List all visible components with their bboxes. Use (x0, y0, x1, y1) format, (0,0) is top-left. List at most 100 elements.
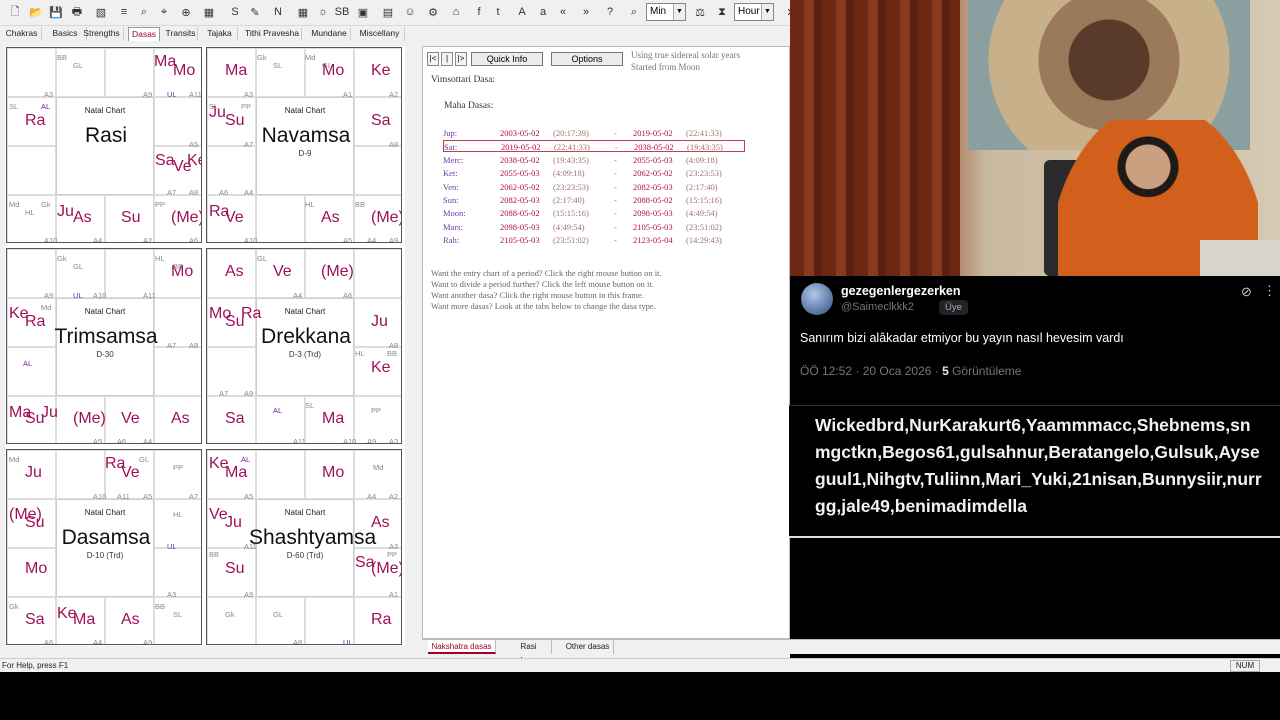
sun-icon[interactable]: ☼ (313, 3, 333, 21)
new-icon[interactable]: 🗋 (5, 3, 25, 21)
bottom-tab-nakshatra-dasas[interactable]: Nakshatra dasas (428, 640, 496, 654)
box-icon[interactable]: ▣ (353, 3, 373, 21)
special-point-label: GL (273, 610, 284, 619)
hourglass-icon[interactable]: ⧗ (712, 3, 732, 21)
open-icon[interactable]: 📂 (26, 3, 46, 21)
dasa-row[interactable]: Ket: 2055-05-03 (4:09:18) - 2062-05-02 (23:23… (443, 167, 745, 179)
dasa-row[interactable]: Rah: 2105-05-03 (23:51:02) - 2123-05-04 (14:2… (443, 234, 745, 246)
tab-tithi-pravesha[interactable]: Tithi Pravesha (243, 27, 302, 41)
tab-strengths[interactable]: Strengths (80, 27, 124, 41)
people-icon[interactable]: ☺ (400, 3, 420, 21)
house-icon[interactable]: ⌂ (446, 3, 466, 21)
house-cell[interactable] (354, 146, 401, 195)
planet-label: Su (225, 560, 245, 577)
tweet-time: ÖÖ 12:52 · 20 Oca 2026 · (800, 364, 943, 378)
special-point-label: BB (355, 200, 366, 209)
zoom-icon[interactable]: ⌕ (624, 3, 644, 21)
pencil-icon[interactable]: ✎ (245, 3, 265, 21)
font-large-icon[interactable]: A (512, 3, 532, 21)
chart-dasamsa[interactable]: Natal Chart Dasamsa D-10 (Trd) Ju Ra Ve (Me) Su… (6, 449, 202, 645)
special-point-label: A7 (244, 140, 254, 149)
dasa-panel: |< | |> Quick Info Options Using true si… (422, 46, 790, 639)
start-time: (15:15:16) (553, 208, 589, 219)
grid-icon[interactable]: ▦ (293, 3, 313, 21)
special-point-label: Gk (57, 254, 67, 263)
search-icon[interactable]: ⌕ (134, 3, 154, 21)
help-icon[interactable]: ? (600, 3, 620, 21)
gear-icon[interactable]: ⚙ (423, 3, 443, 21)
house-cell[interactable] (154, 548, 201, 597)
data-grid-icon[interactable]: ▦ (199, 3, 219, 21)
chevron-down-icon: ▼ (673, 4, 685, 20)
chart-icon[interactable]: ▧ (91, 3, 111, 21)
planet-label: Sa (225, 410, 245, 427)
dasa-row[interactable]: Sun: 2082-05-03 (2:17:40) - 2088-05-02 (15:15… (443, 194, 745, 206)
house-cell[interactable] (154, 347, 201, 396)
tab-dasas[interactable]: Dasas (128, 27, 160, 41)
dasa-row[interactable]: Mars: 2098-05-03 (4:49:54) - 2105-05-03 (23:5… (443, 221, 745, 233)
chart-shashtyamsa[interactable]: Natal Chart Shashtyamsa D-60 (Trd) Ke Ma Mo Ve… (206, 449, 402, 645)
tab-mundane[interactable]: Mundane (308, 27, 351, 41)
facebook-icon[interactable]: f (469, 3, 489, 21)
data-icon[interactable]: ≡ (114, 3, 134, 21)
pipe-button[interactable]: | (441, 52, 453, 66)
end-time: (22:41:33) (686, 128, 722, 138)
back-icon[interactable]: « (553, 3, 573, 21)
dasa-row[interactable]: Jup: 2003-05-02 (20:17:39) - 2019-05-02 (22:4… (443, 127, 745, 139)
chart-rasi[interactable]: Natal ChartRasiMaMoRaSaVeKeJuAsSu(Me)BBG… (6, 47, 202, 243)
dasa-row[interactable]: Moon: 2088-05-02 (15:15:16) - 2098-05-03 (4:4… (443, 207, 745, 219)
font-small-icon[interactable]: a (533, 3, 553, 21)
special-point-label: A6 (44, 638, 54, 645)
dasa-row[interactable]: Ven: 2062-05-02 (23:23:53) - 2082-05-03 (2:17… (443, 181, 745, 193)
dasa-row[interactable]: Sat: 2019-05-02 (22:41:33) - 2038-05-02 (19:4… (443, 140, 745, 153)
forward-icon[interactable]: » (576, 3, 596, 21)
tab-transits[interactable]: Transits (164, 27, 198, 41)
special-point-label: UL (73, 291, 83, 300)
special-point-label: A3 (44, 90, 54, 99)
sb-icon[interactable]: SB (332, 3, 352, 21)
house-cell[interactable] (7, 347, 56, 396)
special-point-label: AL (241, 455, 251, 464)
bottom-tab-other-dasas[interactable]: Other dasas (562, 640, 614, 654)
quick-info-button[interactable]: Quick Info (471, 52, 543, 66)
options-button[interactable]: Options (551, 52, 623, 66)
hour-dropdown[interactable]: Hour ▼ (734, 3, 774, 21)
special-point-label: A2 (389, 492, 399, 501)
chevron-down-icon: ▼ (761, 4, 773, 20)
n-icon[interactable]: N (268, 3, 288, 21)
start-time: (20:17:39) (553, 128, 589, 138)
print-icon[interactable]: 🖶 (67, 3, 87, 21)
tab-miscellany[interactable]: Miscellany (355, 27, 405, 41)
twitter-icon[interactable]: t (488, 3, 508, 21)
chart-drekkana[interactable]: Natal Chart Drekkana D-3 (Trd) As Ve (Me) Mo Ra… (206, 248, 402, 444)
find-icon[interactable]: ⌖ (154, 3, 174, 21)
chart-navamsa[interactable]: Natal Chart Navamsa D-9 Ma Mo Ke Ju Su Sa Ra Ve As(… (206, 47, 402, 243)
chart-trimsamsa[interactable]: Natal Chart Trimsamsa D-30 Mo Ke Ra Ma Su Ju (Me)… (6, 248, 202, 444)
tab-tajaka[interactable]: Tajaka (202, 27, 238, 41)
house-cell[interactable] (207, 597, 256, 644)
end-time: (19:43:35) (687, 142, 723, 153)
special-point-label: A8 (189, 188, 199, 197)
house-cell[interactable] (7, 146, 56, 195)
start-date: 2105-05-03 (500, 235, 540, 246)
first-button[interactable]: |< (427, 52, 439, 66)
special-point-label: PP (241, 102, 252, 111)
scale-icon[interactable]: ⚖ (690, 3, 710, 21)
house-cell[interactable] (256, 195, 305, 242)
num-lock-indicator: NUM (1230, 660, 1260, 672)
house-cell[interactable] (256, 450, 305, 499)
next-button[interactable]: |> (455, 52, 467, 66)
save-icon[interactable]: 💾 (46, 3, 66, 21)
separator: - (614, 168, 617, 179)
chart-name: Navamsa (261, 124, 351, 147)
minute-dropdown[interactable]: Min ▼ (646, 3, 686, 21)
globe-icon[interactable]: ⊕ (176, 3, 196, 21)
table-icon[interactable]: ▤ (378, 3, 398, 21)
tab-chakras[interactable]: Chakras (2, 27, 42, 41)
bottom-tab-rasi-dasas[interactable]: Rasi dasas (506, 640, 552, 665)
sp-icon[interactable]: S (225, 3, 245, 21)
special-point-label: A1 (389, 590, 399, 599)
dasa-row[interactable]: Merc: 2038-05-02 (19:43:35) - 2055-05-03 (4:0… (443, 154, 745, 166)
house-cell[interactable] (354, 249, 401, 298)
planet-label: Ju (225, 514, 242, 531)
